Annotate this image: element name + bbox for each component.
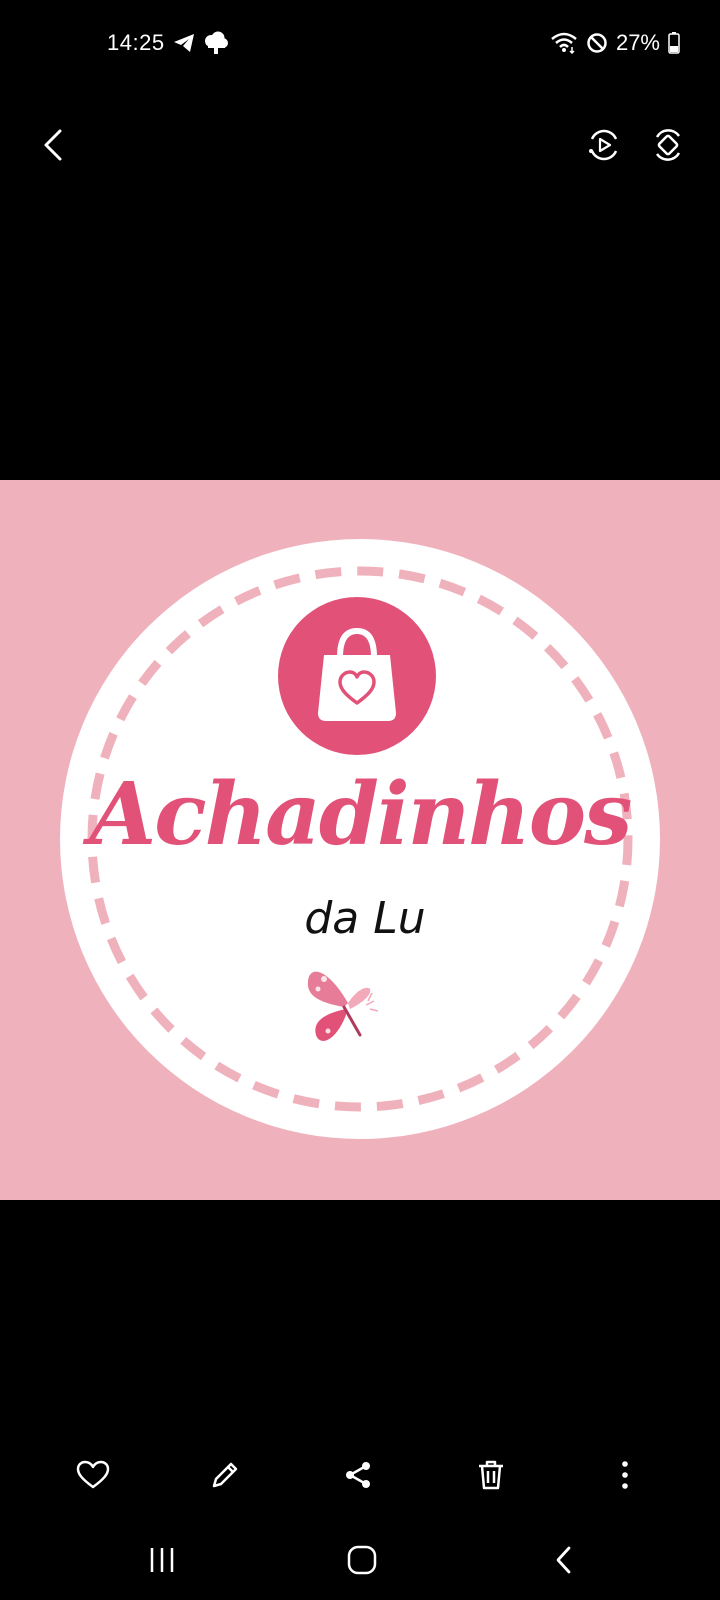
share-icon [346,1462,370,1488]
shopping-bag-heart-icon [318,627,396,721]
butterfly-icon [307,971,379,1041]
photo-view[interactable]: Achadinhos da Lu [0,480,720,1200]
brand-subtitle: da Lu [304,893,426,944]
wifi-icon [550,32,578,54]
shopping-bag-badge [278,597,436,755]
edit-icon [212,1462,238,1488]
logo-circle: Achadinhos da Lu [60,539,660,1139]
favorite-button[interactable] [68,1450,118,1500]
photo-action-bar [0,1445,720,1505]
back-icon [44,129,62,161]
status-time: 14:25 [107,30,165,55]
auto-rotate-button[interactable] [644,121,692,169]
nav-back-button[interactable] [534,1535,594,1585]
back-button[interactable] [30,121,78,169]
brand-title: Achadinhos [89,764,633,865]
home-icon [347,1545,377,1575]
back-icon [556,1546,571,1574]
battery-percent: 27% [615,30,660,55]
do-not-disturb-icon [586,32,608,54]
telegram-icon [173,33,195,53]
viewer-top-bar [0,110,720,180]
motion-photo-button[interactable] [580,121,628,169]
home-button[interactable] [332,1535,392,1585]
share-button[interactable] [333,1450,383,1500]
edit-button[interactable] [200,1450,250,1500]
delete-button[interactable] [466,1450,516,1500]
system-nav-bar [0,1530,720,1590]
recents-icon [150,1548,174,1572]
recents-button[interactable] [132,1535,192,1585]
status-left: 14:25 [107,30,229,56]
battery-icon [668,32,680,54]
cloud-icon [203,31,229,55]
more-options-button[interactable] [600,1450,650,1500]
motion-photo-icon [589,129,618,161]
status-right: 27% [550,30,680,56]
auto-rotate-icon [655,129,681,161]
more-icon [622,1461,628,1489]
delete-icon [479,1460,503,1490]
favorite-icon [76,1460,110,1489]
status-bar: 14:25 27% [0,0,720,88]
